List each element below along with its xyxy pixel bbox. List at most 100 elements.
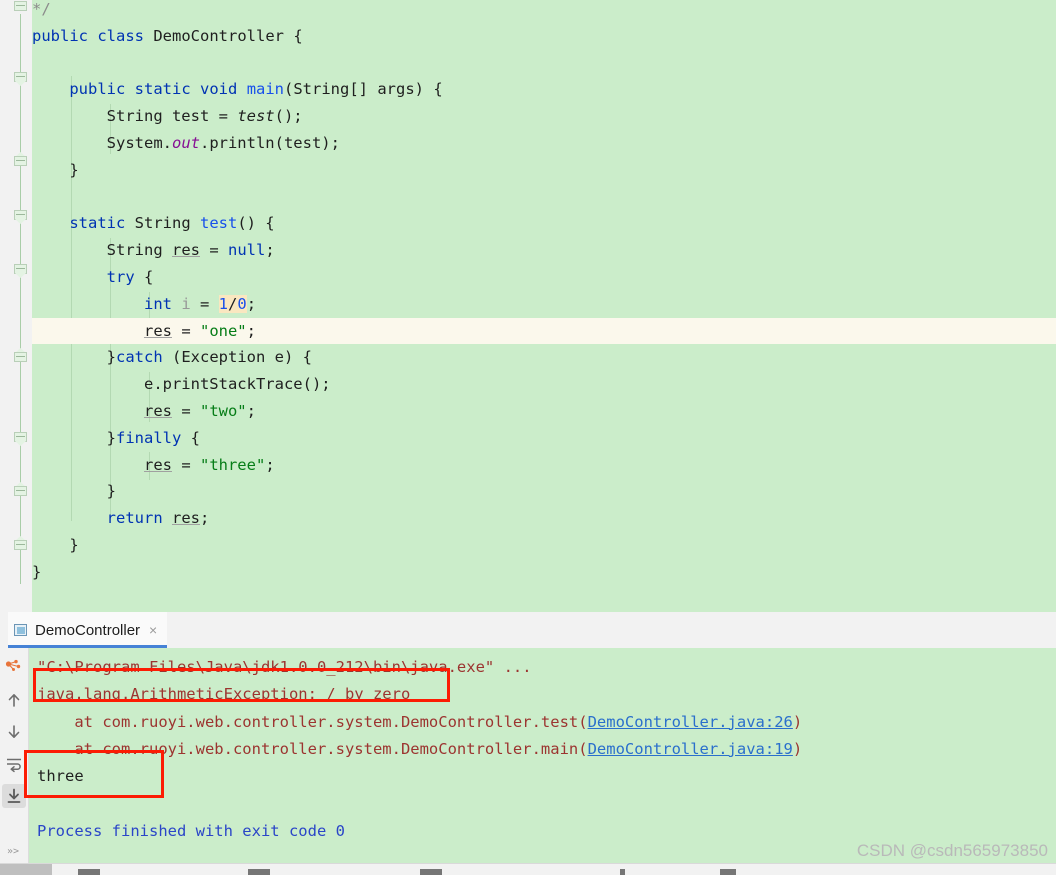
code-line[interactable]: e.printStackTrace(); [32, 371, 331, 397]
code-token: public [32, 26, 88, 45]
console-token: ) [792, 739, 803, 758]
code-token: DemoController { [144, 26, 303, 45]
arrow-up-icon[interactable] [2, 688, 26, 712]
run-tool-window: DemoController × »> "C:\Program Files\Ja… [0, 612, 1056, 863]
code-token: / [228, 294, 238, 313]
bottom-toolbar-item[interactable] [620, 869, 625, 875]
code-token: res [143, 321, 172, 340]
console-toolbar[interactable]: »> [0, 648, 29, 863]
code-token: (Exception e) { [162, 348, 312, 367]
ide-window: */ public class DemoController { public s… [0, 0, 1056, 875]
console-output[interactable]: "C:\Program Files\Java\jdk1.0.0_212\bin\… [29, 648, 1056, 863]
code-line[interactable]: static String test() { [32, 210, 275, 236]
code-line[interactable]: System.out.println(test); [32, 130, 340, 156]
run-tab-label: DemoController [35, 621, 141, 639]
code-token: null [227, 241, 266, 260]
code-line[interactable]: try { [32, 264, 154, 290]
code-editor[interactable]: */ public class DemoController { public s… [0, 0, 1056, 612]
code-token: ; [265, 241, 275, 260]
code-token: test [199, 214, 238, 233]
code-line[interactable]: }finally { [32, 425, 200, 451]
code-token: { [134, 268, 154, 286]
bottom-toolbar-item[interactable] [420, 869, 442, 875]
code-line[interactable]: res = "one"; [32, 318, 256, 344]
code-line[interactable]: } [32, 532, 78, 558]
code-token: (String[] args) { [284, 80, 443, 99]
code-token: = [199, 241, 228, 260]
code-token: test [237, 107, 275, 126]
console-token: ) [792, 712, 803, 731]
code-token: main [246, 80, 285, 99]
code-token: try [106, 268, 135, 286]
scroll-to-end-icon[interactable] [2, 784, 26, 808]
code-line[interactable]: public static void main(String[] args) { [32, 76, 443, 102]
run-tab-bar[interactable]: DemoController × [0, 612, 1056, 649]
code-token: "one" [199, 321, 247, 340]
code-token: finally [116, 428, 182, 447]
soft-wrap-icon[interactable] [2, 752, 26, 776]
code-token: static [69, 214, 126, 233]
expand-more-icon[interactable]: »> [2, 838, 26, 862]
code-line[interactable]: String test = test(); [32, 103, 303, 129]
close-icon[interactable]: × [147, 623, 157, 637]
code-token: int [143, 294, 172, 313]
console-line: java.lang.ArithmeticException: / by zero [37, 681, 410, 708]
code-token: "two" [199, 402, 247, 420]
code-token: } [32, 160, 79, 179]
code-line[interactable]: int i = 1/0; [32, 291, 256, 317]
code-token: ; [200, 509, 210, 528]
code-token: .println(test); [199, 134, 340, 152]
code-lines[interactable]: */ public class DemoController { public s… [0, 0, 1056, 612]
code-token: () { [237, 214, 275, 233]
console-token: "C:\Program Files\Java\jdk1.0.0_212\bin\… [37, 658, 532, 676]
code-token: catch [116, 348, 163, 367]
bottom-toolbar-item[interactable] [720, 869, 736, 875]
thread-dump-icon[interactable] [2, 656, 26, 680]
code-line[interactable]: res = "three"; [32, 452, 275, 478]
code-token: class [97, 26, 145, 45]
code-line[interactable]: } [32, 478, 116, 504]
console-token: at com.ruoyi.web.controller.system.DemoC… [37, 712, 588, 731]
code-token: i [181, 294, 191, 313]
code-token: (); [274, 107, 303, 126]
code-line[interactable]: }catch (Exception e) { [32, 344, 312, 370]
bottom-toolbar-item[interactable] [78, 869, 100, 875]
stacktrace-link[interactable]: DemoController.java:26 [588, 713, 793, 731]
code-token: out [171, 134, 200, 152]
code-token: System. [32, 134, 172, 152]
console-token: Process finished with exit code 0 [37, 821, 345, 840]
code-token: = [190, 294, 219, 313]
code-line[interactable]: } [32, 559, 41, 585]
code-token: void [200, 80, 238, 99]
code-line[interactable]: } [32, 157, 79, 183]
console-line: three [37, 763, 84, 790]
console-line: at com.ruoyi.web.controller.system.DemoC… [37, 736, 802, 763]
bottom-toolbar-item[interactable] [248, 869, 270, 875]
bottom-toolbar-strip[interactable] [0, 863, 1056, 875]
console-line: Process finished with exit code 0 [37, 818, 345, 845]
code-line[interactable]: return res; [32, 505, 210, 531]
code-token: public [69, 80, 126, 99]
code-token: e.printStackTrace(); [32, 375, 331, 394]
code-line[interactable]: public class DemoController { [32, 23, 303, 49]
code-token: res [172, 509, 200, 528]
code-token: } [32, 428, 116, 447]
run-tab-democontroller[interactable]: DemoController × [8, 612, 168, 648]
code-token: static [134, 80, 191, 99]
code-line[interactable]: String res = null; [32, 237, 275, 263]
code-token: ; [246, 294, 257, 313]
code-token: 1 [218, 294, 229, 313]
stacktrace-link[interactable]: DemoController.java:19 [588, 740, 793, 758]
code-line[interactable]: res = "two"; [32, 398, 256, 424]
code-line[interactable]: */ [32, 0, 51, 22]
arrow-down-icon[interactable] [2, 720, 26, 744]
code-token: } [32, 562, 42, 581]
